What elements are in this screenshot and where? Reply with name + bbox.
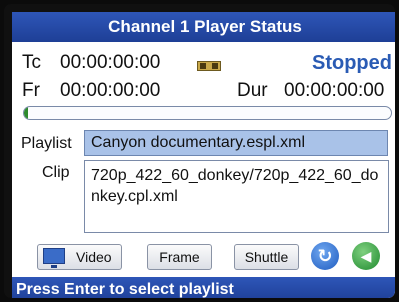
progress-fill <box>24 107 28 119</box>
dur-value: 00:00:00:00 <box>284 80 385 101</box>
refresh-icon[interactable]: ↻ <box>311 242 339 270</box>
video-button[interactable]: Video <box>37 244 122 270</box>
playlist-label: Playlist <box>21 135 72 152</box>
device-frame: Channel 1 Player Status Tc 00:00:00:00 S… <box>4 4 395 298</box>
tc-label: Tc <box>22 52 41 73</box>
clip-label: Clip <box>42 164 70 181</box>
speaker-icon[interactable]: ◀ <box>352 242 380 270</box>
player-status-screen: Channel 1 Player Status Tc 00:00:00:00 S… <box>12 12 395 298</box>
fr-label: Fr <box>22 80 40 101</box>
frame-button[interactable]: Frame <box>147 244 212 270</box>
playlist-field[interactable]: Canyon documentary.espl.xml <box>84 130 388 156</box>
video-button-label: Video <box>76 249 112 265</box>
window-title: Channel 1 Player Status <box>12 12 395 42</box>
tc-value: 00:00:00:00 <box>60 52 161 73</box>
monitor-icon <box>43 248 65 268</box>
fr-value: 00:00:00:00 <box>60 80 161 101</box>
dur-label: Dur <box>237 80 268 101</box>
tape-icon <box>197 61 221 71</box>
playback-progress-bar[interactable] <box>23 106 392 120</box>
playback-state: Stopped <box>312 52 392 74</box>
status-bar: Press Enter to select playlist <box>12 277 395 298</box>
shuttle-button[interactable]: Shuttle <box>234 244 299 270</box>
clip-field[interactable]: 720p_422_60_donkey/720p_422_60_donkey.cp… <box>84 160 389 233</box>
